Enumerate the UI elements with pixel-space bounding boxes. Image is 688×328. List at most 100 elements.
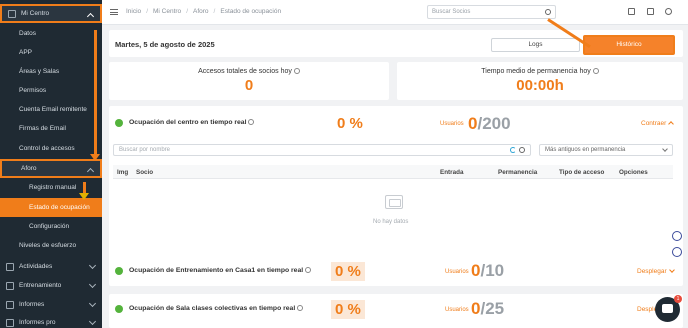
sidebar-item-label: Permisos: [19, 87, 47, 94]
sidebar-item-label: Áreas y Salas: [19, 68, 60, 75]
breadcrumb-inicio[interactable]: Inicio: [126, 8, 141, 15]
empty-inbox-icon: [385, 195, 403, 209]
chevron-down-icon: [88, 280, 97, 289]
sidebar-item-firmas-email[interactable]: Firmas de Email: [0, 119, 102, 138]
chevron-down-icon: [88, 317, 97, 326]
sidebar-item-control-accesos[interactable]: Control de accesos: [0, 139, 102, 158]
sidebar-item-app[interactable]: APP: [0, 43, 102, 62]
page-date: Martes, 5 de agosto de 2025: [115, 40, 215, 49]
panel-ocupacion-centro: Ocupación del centro en tiempo real 0 % …: [109, 106, 683, 272]
chevron-up-icon: [86, 12, 95, 21]
sidebar-item-label: Firmas de Email: [19, 125, 66, 132]
sidebar-item-informes[interactable]: Informes: [0, 295, 102, 314]
desplegar-toggle[interactable]: Desplegar: [637, 267, 675, 275]
sidebar-item-permisos[interactable]: Permisos: [0, 81, 102, 100]
stat-value: 0: [244, 77, 254, 94]
occupancy-percent: 0 %: [337, 115, 363, 132]
panel-title: Ocupación de Sala clases colectivas en t…: [129, 305, 304, 312]
breadcrumb-mi-centro[interactable]: Mi Centro: [153, 8, 181, 15]
breadcrumb-current: Estado de ocupación: [220, 8, 282, 15]
topbar: Inicio / Mi Centro / Aforo / Estado de ocupaci…: [102, 0, 688, 25]
chevron-down-icon: [662, 146, 668, 152]
annotation-arrow-head: [79, 193, 89, 200]
sidebar-item-mi-centro[interactable]: Mi Centro: [0, 4, 102, 23]
sidebar-item-label: Niveles de esfuerzo: [19, 242, 77, 249]
sidebar-item-label: Registro manual: [29, 184, 77, 191]
sidebar-item-areas[interactable]: Áreas y Salas: [0, 62, 102, 81]
search-placeholder: Buscar Socios: [432, 9, 471, 15]
logs-button[interactable]: Logs: [491, 38, 580, 52]
occupancy-percent: 0 %: [331, 300, 365, 319]
accessibility-icon[interactable]: [672, 231, 682, 241]
col-tipo-acceso: Tipo de acceso: [559, 169, 605, 176]
sidebar-item-entrenamiento[interactable]: Entrenamiento: [0, 276, 102, 295]
chevron-down-icon: [668, 267, 675, 273]
user-count: 0/200: [468, 114, 511, 133]
sidebar-item-aforo[interactable]: Aforo: [0, 159, 102, 178]
menu-icon[interactable]: [110, 9, 118, 15]
search-input[interactable]: Buscar Socios: [427, 5, 556, 19]
col-opciones: Opciones: [619, 169, 648, 176]
col-permanencia: Permanencia: [498, 169, 538, 176]
sidebar-item-informes-pro[interactable]: Informes pro: [0, 313, 102, 328]
sidebar-item-datos[interactable]: Datos: [0, 24, 102, 43]
report-icon: [6, 318, 14, 327]
empty-state-text: No hay datos: [373, 219, 409, 225]
sidebar-item-label: Estado de ocupación: [29, 204, 90, 211]
col-entrada: Entrada: [440, 169, 464, 176]
user-icon[interactable]: [665, 8, 672, 15]
contraer-toggle[interactable]: Contraer: [641, 120, 675, 127]
historico-button[interactable]: Histórico: [583, 35, 675, 55]
megaphone-icon[interactable]: [647, 8, 654, 15]
dumbbell-icon: [6, 281, 14, 290]
assistant-icon[interactable]: [672, 247, 682, 257]
info-icon[interactable]: [297, 305, 304, 312]
sidebar-item-cuenta-email[interactable]: Cuenta Email remitente: [0, 100, 102, 119]
chevron-up-icon: [86, 167, 95, 176]
chat-button[interactable]: 1: [655, 295, 682, 322]
usuarios-label: Usuarios: [440, 121, 464, 127]
sidebar-item-label: Entrenamiento: [19, 282, 62, 289]
sidebar-item-niveles-esfuerzo[interactable]: Niveles de esfuerzo: [0, 236, 102, 255]
status-dot-icon: [115, 305, 123, 313]
search-icon[interactable]: [519, 147, 525, 153]
info-icon[interactable]: [592, 68, 599, 75]
breadcrumb-aforo[interactable]: Aforo: [193, 8, 209, 15]
sidebar-item-label: Informes: [19, 301, 45, 308]
user-count: 0/10: [471, 261, 505, 280]
search-placeholder: Buscar por nombre: [119, 147, 171, 153]
sidebar-item-actividades[interactable]: Actividades: [0, 257, 102, 276]
calendar-icon[interactable]: [628, 8, 635, 15]
panel-ocupacion-casa1: Ocupación de Entrenamiento en Casa1 en t…: [109, 256, 683, 286]
stat-total-accesos: Accesos totales de socios hoy 0: [109, 62, 389, 100]
breadcrumb: Inicio / Mi Centro / Aforo / Estado de ocupaci…: [126, 8, 282, 15]
stat-label: Accesos totales de socios hoy: [198, 68, 292, 75]
sidebar-item-label: Mi Centro: [21, 10, 50, 17]
info-icon[interactable]: [293, 68, 300, 75]
stat-value: 00:00h: [516, 77, 564, 94]
info-icon[interactable]: [248, 119, 255, 126]
stat-label: Tiempo medio de permanencia hoy: [481, 68, 591, 75]
sidebar-item-label: Informes pro: [19, 319, 56, 326]
sidebar-item-configuracion[interactable]: Configuración: [0, 217, 102, 236]
chevron-down-icon: [88, 299, 97, 308]
sidebar-item-label: Actividades: [19, 263, 53, 270]
sidebar-item-estado-ocupacion[interactable]: Estado de ocupación: [0, 198, 102, 217]
chevron-down-icon: [88, 261, 97, 270]
sidebar-item-label: Datos: [19, 30, 36, 37]
member-search-input[interactable]: Buscar por nombre: [113, 144, 531, 156]
panel-ocupacion-sala-colectivas: Ocupación de Sala clases colectivas en t…: [109, 294, 683, 328]
col-socio: Socio: [136, 169, 154, 176]
annotation-arrow-head: [90, 154, 100, 161]
sidebar-item-label: Cuenta Email remitente: [19, 106, 87, 113]
status-dot-icon: [115, 267, 123, 275]
col-img: Img: [117, 169, 129, 176]
panel-title: Ocupación del centro en tiempo real: [129, 119, 255, 126]
calendar-icon: [6, 262, 14, 271]
usuarios-label: Usuarios: [445, 269, 469, 275]
search-icon: [545, 9, 551, 15]
table-header: Img Socio Entrada Permanencia Tipo de ac…: [113, 165, 673, 179]
info-icon[interactable]: [305, 267, 312, 274]
sort-select[interactable]: Más antiguos en permanencia: [539, 144, 673, 156]
loading-icon: [510, 147, 516, 153]
